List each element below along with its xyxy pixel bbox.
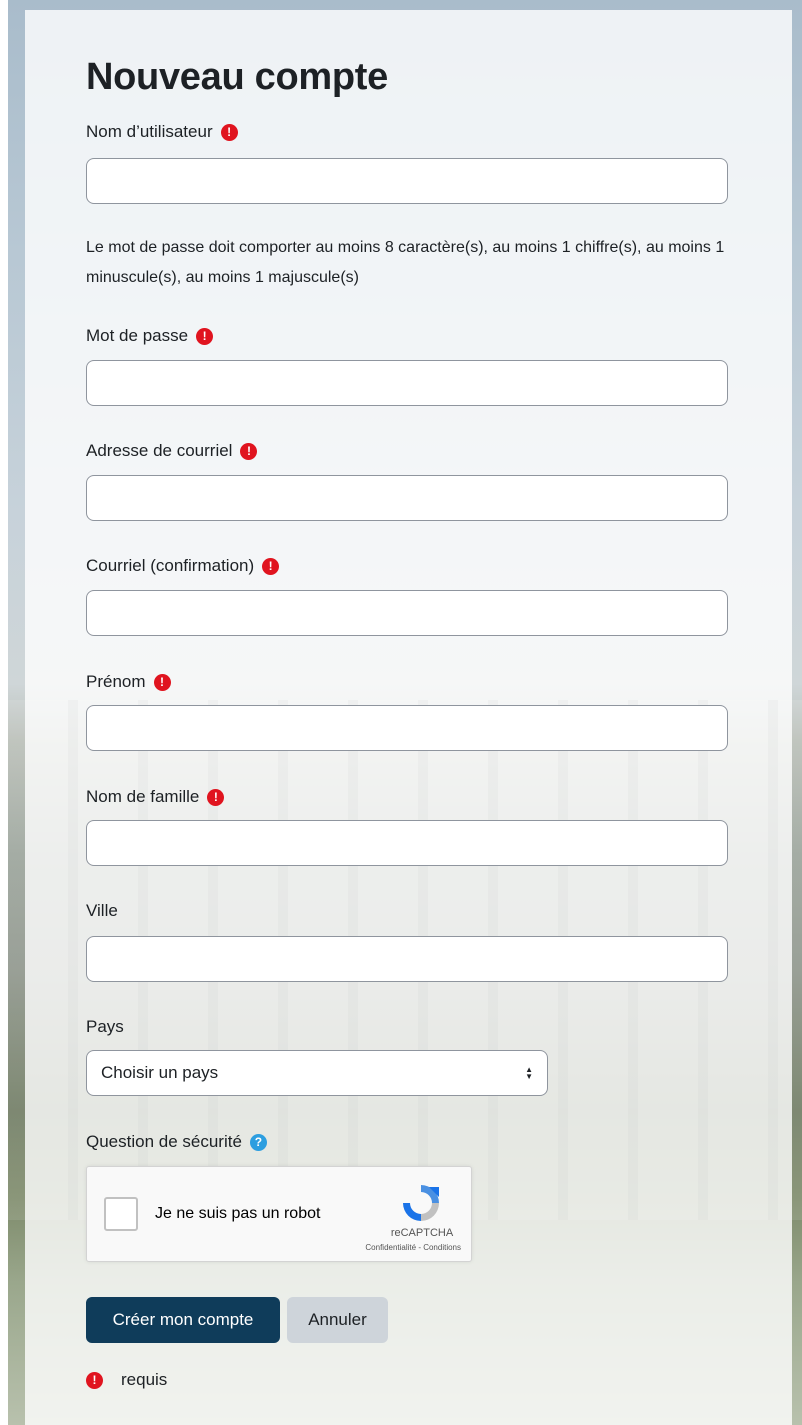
email-input[interactable] <box>86 475 728 521</box>
recaptcha-label: Je ne suis pas un robot <box>155 1205 321 1222</box>
firstname-input[interactable] <box>86 705 728 751</box>
required-icon: ! <box>196 327 214 345</box>
recaptcha-widget: Je ne suis pas un robot reCAPTCHA Confid… <box>86 1166 472 1262</box>
password-input[interactable] <box>86 360 728 406</box>
recaptcha-terms-link[interactable]: Confidentialité - Conditions <box>331 1243 461 1252</box>
required-icon: ! <box>207 788 225 806</box>
username-input[interactable] <box>86 158 728 204</box>
city-label: Ville <box>86 901 118 920</box>
firstname-label: Prénom ! <box>86 672 171 692</box>
lastname-label: Nom de famille ! <box>86 787 225 807</box>
required-icon: ! <box>153 673 171 691</box>
country-select[interactable]: Choisir un pays ▲ ▼ <box>86 1050 548 1096</box>
email-label: Adresse de courriel ! <box>86 441 258 461</box>
required-icon: ! <box>220 123 238 141</box>
required-legend-label: requis <box>121 1370 168 1389</box>
select-arrows-icon: ▲ ▼ <box>525 1065 533 1081</box>
recaptcha-brand: reCAPTCHA <box>390 1227 454 1239</box>
create-account-button[interactable]: Créer mon compte <box>86 1297 280 1343</box>
country-selected-value: Choisir un pays <box>101 1063 219 1082</box>
email-confirm-input[interactable] <box>86 590 728 636</box>
required-icon: ! <box>240 442 258 460</box>
city-input[interactable] <box>86 936 728 982</box>
recaptcha-logo-icon <box>403 1185 439 1221</box>
lastname-input[interactable] <box>86 820 728 866</box>
required-legend: ! requis <box>86 1370 167 1390</box>
cancel-button[interactable]: Annuler <box>287 1297 388 1343</box>
password-label: Mot de passe ! <box>86 326 214 346</box>
required-icon: ! <box>86 1371 103 1389</box>
country-label: Pays <box>86 1017 124 1036</box>
recaptcha-checkbox[interactable] <box>104 1197 138 1231</box>
username-label: Nom d’utilisateur ! <box>86 122 238 142</box>
page-title: Nouveau compte <box>86 56 388 98</box>
security-label: Question de sécurité ? <box>86 1132 267 1152</box>
password-hint: Le mot de passe doit comporter au moins … <box>86 239 725 286</box>
required-icon: ! <box>262 557 280 575</box>
email-confirm-label: Courriel (confirmation) ! <box>86 556 280 576</box>
help-icon[interactable]: ? <box>249 1133 267 1151</box>
